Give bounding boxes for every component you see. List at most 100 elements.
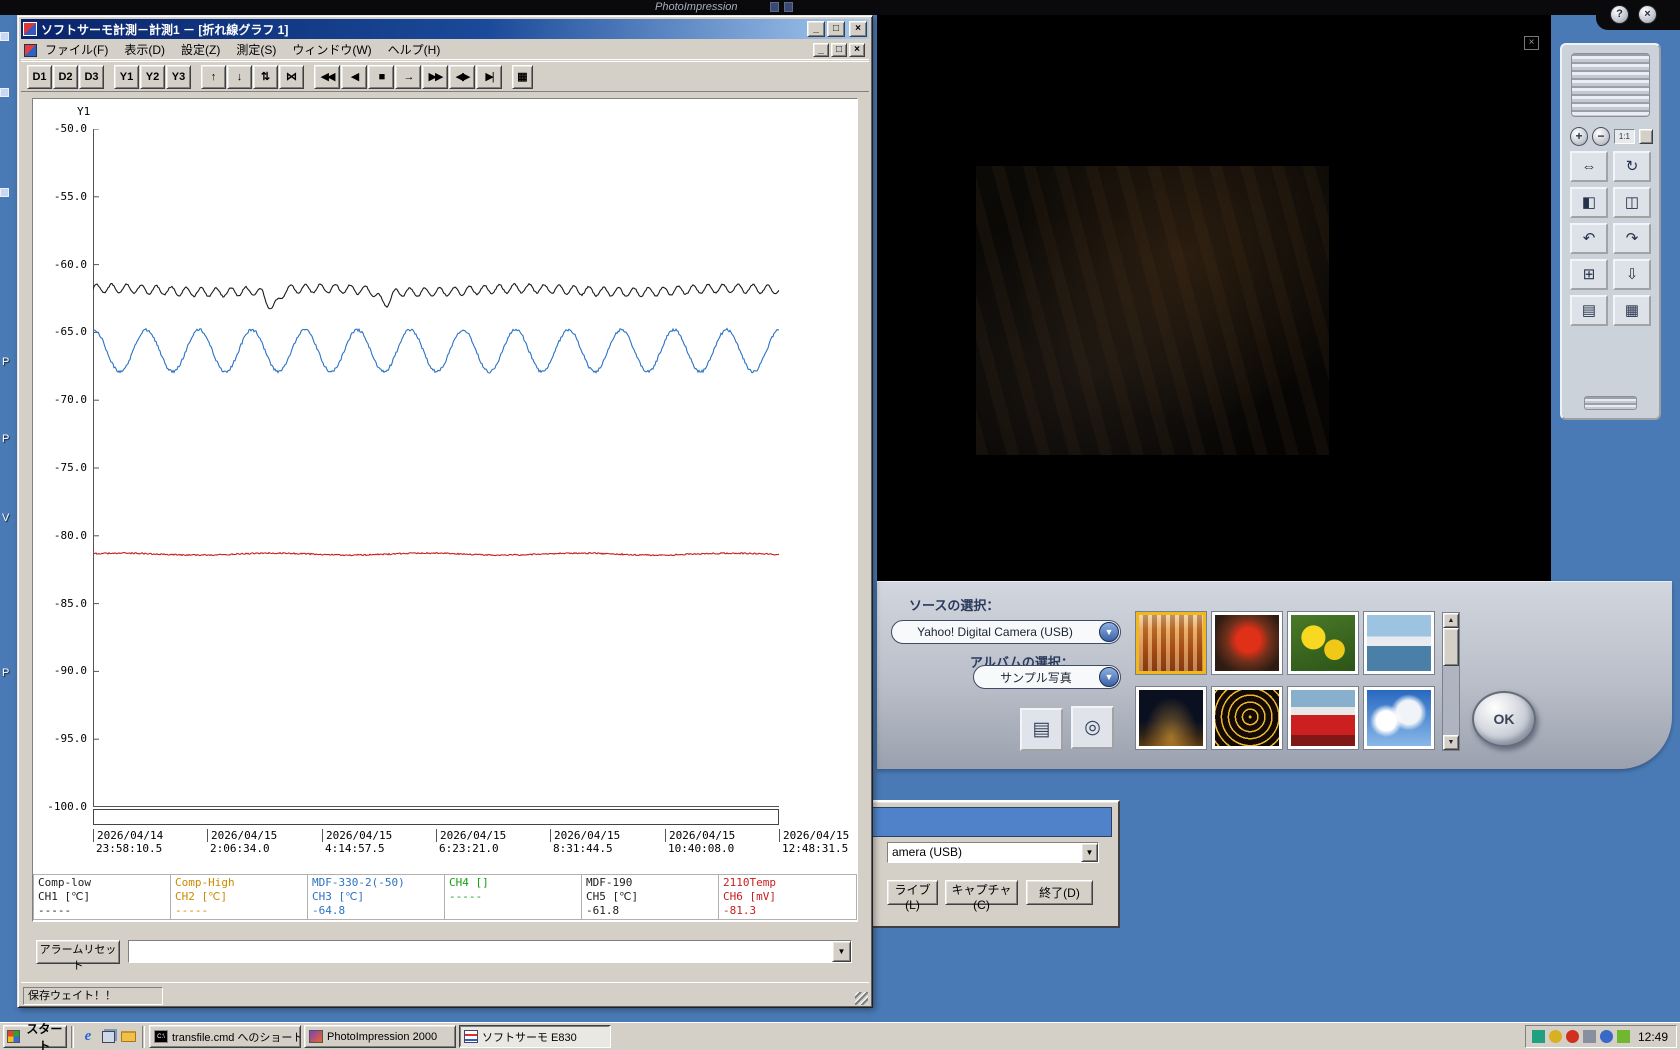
task-button-softthermo[interactable]: ソフトサーモ E830 <box>459 1025 611 1048</box>
jump-end-button[interactable]: ▶| <box>476 64 502 89</box>
time-scrollbar[interactable] <box>93 809 779 825</box>
chevron-down-icon[interactable]: ▼ <box>1099 622 1119 642</box>
camera-select[interactable]: amera (USB) ▼ <box>887 842 1099 863</box>
copy-button[interactable]: ⊞ <box>1570 259 1608 290</box>
child-minimize-button[interactable]: _ <box>813 43 829 57</box>
thumbnail[interactable] <box>1364 612 1434 674</box>
undo-button[interactable]: ↶ <box>1570 223 1608 254</box>
stop-button[interactable]: ■ <box>368 64 394 89</box>
alarm-reset-button[interactable]: アラームリセット <box>36 940 120 972</box>
minimize-button[interactable]: _ <box>807 21 825 37</box>
fast-forward-button[interactable]: ▶▶ <box>422 64 448 89</box>
acquire-camera-button[interactable]: ◎ <box>1071 706 1114 749</box>
document-icon[interactable] <box>24 43 37 57</box>
expand-vertical-button[interactable]: ⇅ <box>253 64 278 89</box>
tray-icon[interactable] <box>1531 1030 1545 1043</box>
tray-icon[interactable] <box>1548 1030 1562 1043</box>
redo-button[interactable]: ↷ <box>1613 223 1651 254</box>
save-button[interactable]: ⇩ <box>1613 259 1651 290</box>
measurement-titlebar[interactable]: ソフトサーモ計測－計測1 － [折れ線グラフ 1] _ □ × <box>21 19 869 39</box>
close-button[interactable]: × <box>849 21 867 37</box>
legend-cell[interactable]: MDF-190 CH5 [℃] -61.8 <box>582 875 719 919</box>
exit-button[interactable]: 終了(D) <box>1026 880 1093 905</box>
chevron-down-icon[interactable]: ▼ <box>832 941 851 962</box>
zoom-out-button[interactable]: − <box>1591 126 1610 146</box>
zoom-option-button[interactable] <box>1638 128 1653 144</box>
step-back-button[interactable]: ◀ <box>341 64 367 89</box>
scroll-down-icon[interactable]: ▼ <box>1443 735 1459 750</box>
ok-button[interactable]: OK <box>1472 691 1536 747</box>
scrollbar-thumb[interactable] <box>1443 628 1459 666</box>
chevron-down-icon[interactable]: ▼ <box>1081 843 1098 862</box>
source-select[interactable]: Yahoo! Digital Camera (USB) ▼ <box>891 620 1121 644</box>
taskbar-clock[interactable]: 12:49 <box>1638 1030 1668 1044</box>
marker-button[interactable]: ◀▶ <box>449 64 475 89</box>
d1-button[interactable]: D1 <box>27 64 52 89</box>
resize-grip[interactable] <box>855 992 868 1005</box>
legend-cell[interactable]: Comp-High CH2 [℃] ----- <box>171 875 308 919</box>
zoom-in-button[interactable]: + <box>1570 126 1588 146</box>
tray-icon[interactable] <box>1616 1030 1630 1043</box>
autoscale-button[interactable]: ⋈ <box>279 64 304 89</box>
panel-grip[interactable] <box>1584 396 1637 410</box>
start-button[interactable]: スタート <box>3 1022 67 1050</box>
task-button-transfile[interactable]: C:\ transfile.cmd へのショート... <box>149 1025 301 1048</box>
flip-vertical-button[interactable]: ◫ <box>1613 187 1651 218</box>
y2-button[interactable]: Y2 <box>140 64 165 89</box>
desktop-icon-fragment[interactable] <box>0 32 9 41</box>
close-button[interactable]: × <box>1638 5 1657 24</box>
tray-icon[interactable] <box>1599 1030 1613 1043</box>
d2-button[interactable]: D2 <box>53 64 78 89</box>
child-restore-button[interactable]: □ <box>831 43 847 57</box>
tray-icon[interactable] <box>1582 1030 1596 1043</box>
thumbnail[interactable] <box>1364 687 1434 749</box>
ie-icon[interactable]: e <box>78 1027 98 1047</box>
panel-grip[interactable] <box>1571 53 1650 117</box>
advance-button[interactable]: → <box>395 64 421 89</box>
show-desktop-icon[interactable] <box>98 1027 118 1047</box>
thumbnail[interactable] <box>1136 687 1206 749</box>
thumbnail[interactable] <box>1212 612 1282 674</box>
legend-cell[interactable]: CH4 [] ----- <box>445 875 582 919</box>
thumbnail-scrollbar[interactable]: ▲ ▼ <box>1442 612 1460 751</box>
rotate-button[interactable]: ↻ <box>1613 151 1651 182</box>
desktop-icon-fragment[interactable] <box>0 188 9 197</box>
actual-size-button[interactable]: 1:1 <box>1613 128 1635 144</box>
help-button[interactable]: ? <box>1610 5 1629 24</box>
menu-measure[interactable]: 測定(S) <box>228 41 284 59</box>
tray-icon[interactable] <box>1565 1030 1579 1043</box>
acquire-scanner-button[interactable]: ▤ <box>1020 708 1063 751</box>
album-select[interactable]: サンプル写真 ▼ <box>973 665 1121 689</box>
maximize-button[interactable]: □ <box>827 21 845 37</box>
scroll-down-button[interactable]: ↓ <box>227 64 252 89</box>
menu-help[interactable]: ヘルプ(H) <box>380 41 449 59</box>
photo-preview[interactable] <box>976 166 1329 455</box>
folder-icon[interactable] <box>118 1027 138 1047</box>
crop-button[interactable]: ▦ <box>1613 295 1651 326</box>
scroll-up-button[interactable]: ↑ <box>201 64 226 89</box>
alarm-combobox[interactable]: ▼ <box>128 940 852 963</box>
legend-cell[interactable]: MDF-330-2(-50) CH3 [℃] -64.8 <box>308 875 445 919</box>
live-button[interactable]: ライブ(L) <box>887 880 938 912</box>
thumbnail[interactable] <box>1288 612 1358 674</box>
menu-settings[interactable]: 設定(Z) <box>173 41 228 59</box>
child-close-button[interactable]: × <box>849 43 865 57</box>
menu-view[interactable]: 表示(D) <box>116 41 173 59</box>
capture-button[interactable]: キャプチャ(C) <box>945 880 1018 912</box>
thumbnail[interactable] <box>1136 612 1206 674</box>
rewind-button[interactable]: ◀◀ <box>314 64 340 89</box>
menu-file[interactable]: ファイル(F) <box>37 41 116 59</box>
display-mode-button[interactable]: ▦ <box>512 64 533 89</box>
scroll-up-icon[interactable]: ▲ <box>1443 613 1459 628</box>
legend-cell[interactable]: 2110Temp CH6 [mV] -81.3 <box>719 875 856 919</box>
y1-button[interactable]: Y1 <box>114 64 139 89</box>
canvas-close-icon[interactable]: × <box>1524 36 1539 50</box>
fit-screen-button[interactable]: ⇔ <box>1570 151 1608 182</box>
task-button-photoimpression[interactable]: PhotoImpression 2000 <box>304 1025 456 1048</box>
d3-button[interactable]: D3 <box>79 64 104 89</box>
flip-horizontal-button[interactable]: ◧ <box>1570 187 1608 218</box>
thumbnail[interactable] <box>1288 687 1358 749</box>
desktop-icon-fragment[interactable] <box>0 88 9 97</box>
thumbnail[interactable] <box>1212 687 1282 749</box>
menu-window[interactable]: ウィンドウ(W) <box>284 41 379 59</box>
